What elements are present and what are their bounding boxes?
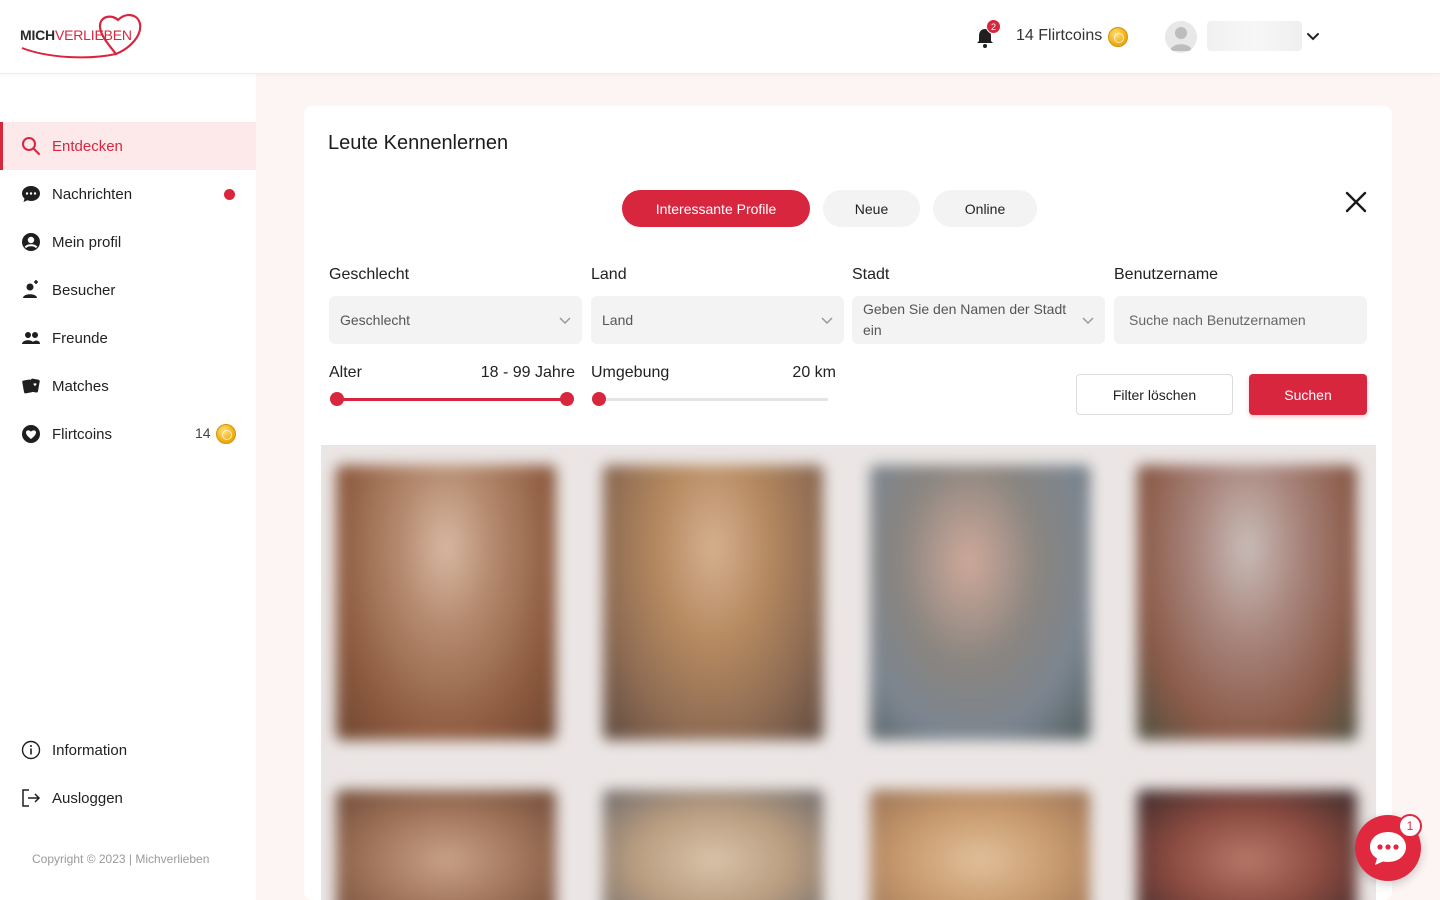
- profile-photo[interactable]: [336, 790, 556, 900]
- radius-value: 20 km: [792, 364, 836, 381]
- logo-text: MICHVERLIEBEN: [20, 27, 132, 43]
- friends-icon: [20, 327, 42, 349]
- sidebar-item-label: Matches: [52, 377, 109, 395]
- user-silhouette-icon: [1170, 27, 1192, 51]
- page-title: Leute Kennenlernen: [328, 132, 509, 154]
- profile-photo[interactable]: [1137, 790, 1357, 900]
- sidebar-item-label: Information: [52, 741, 128, 759]
- search-button[interactable]: Suchen: [1249, 374, 1367, 415]
- radius-slider-track[interactable]: [598, 398, 828, 401]
- user-circle-icon: [20, 231, 42, 253]
- sidebar-item-label: Freunde: [52, 329, 108, 347]
- sidebar-item-matches[interactable]: Matches: [0, 362, 256, 410]
- age-max-thumb[interactable]: [560, 392, 574, 406]
- radius-thumb[interactable]: [592, 392, 606, 406]
- sidebar-item-ausloggen[interactable]: Ausloggen: [0, 774, 256, 822]
- chat-icon: [20, 183, 42, 205]
- sidebar-item-besucher[interactable]: Besucher: [0, 266, 256, 314]
- sidebar-item-freunde[interactable]: Freunde: [0, 314, 256, 362]
- site-logo[interactable]: MICHVERLIEBEN: [18, 10, 148, 66]
- logout-icon: [20, 787, 42, 809]
- age-min-thumb[interactable]: [330, 392, 344, 406]
- sidebar-item-label: Mein profil: [52, 233, 122, 251]
- tab-interessante-profile[interactable]: Interessante Profile: [622, 190, 810, 227]
- age-value: 18 - 99 Jahre: [480, 364, 575, 381]
- chevron-down-icon[interactable]: [1304, 28, 1322, 46]
- tab-online[interactable]: Online: [933, 190, 1037, 227]
- username-search-input[interactable]: Suche nach Benutzernamen: [1114, 296, 1367, 344]
- flirtcoins-balance[interactable]: 14 Flirtcoins: [1016, 27, 1102, 45]
- search-card: Leute Kennenlernen Interessante Profile …: [304, 106, 1392, 900]
- sidebar-item-label: Nachrichten: [52, 185, 133, 203]
- chevron-down-icon: [559, 317, 571, 325]
- profile-photo[interactable]: [870, 790, 1090, 900]
- tab-neue[interactable]: Neue: [823, 190, 920, 227]
- top-header: MICHVERLIEBEN 2 14 Flirtcoins: [0, 0, 1440, 74]
- sidebar-item-entdecken[interactable]: Entdecken: [0, 122, 256, 170]
- avatar[interactable]: [1165, 21, 1197, 53]
- heart-coin-icon: [20, 423, 42, 445]
- sidebar-item-flirtcoins[interactable]: Flirtcoins 14: [0, 410, 256, 458]
- sidebar: Entdecken Nachrichten Mein profil Besuch…: [0, 74, 256, 900]
- sidebar-item-information[interactable]: Information: [0, 726, 256, 774]
- info-icon: [20, 739, 42, 761]
- close-icon[interactable]: [1344, 190, 1368, 214]
- flirtcoins-count: 14: [195, 425, 211, 441]
- city-input[interactable]: Geben Sie den Namen der Stadt ein: [852, 296, 1105, 344]
- visitor-icon: [20, 279, 42, 301]
- profile-grid: [321, 445, 1376, 900]
- username-label: Benutzername: [1114, 266, 1219, 283]
- chat-unread-badge: 1: [1398, 814, 1422, 838]
- country-label: Land: [591, 266, 627, 283]
- unread-dot: [224, 189, 235, 200]
- chevron-down-icon: [1082, 317, 1094, 325]
- profile-photo[interactable]: [870, 465, 1090, 740]
- search-icon: [20, 135, 42, 157]
- country-select[interactable]: Land: [591, 296, 844, 344]
- sidebar-item-nachrichten[interactable]: Nachrichten: [0, 170, 256, 218]
- profile-photo[interactable]: [603, 465, 823, 740]
- matches-icon: [20, 375, 42, 397]
- sidebar-item-mein-profil[interactable]: Mein profil: [0, 218, 256, 266]
- sidebar-item-label: Ausloggen: [52, 789, 123, 807]
- gender-label: Geschlecht: [329, 266, 410, 283]
- coin-icon: [1108, 27, 1128, 47]
- profile-photo[interactable]: [603, 790, 823, 900]
- notification-badge: 2: [986, 19, 1001, 34]
- radius-label: Umgebung: [591, 364, 670, 381]
- copyright-text: Copyright © 2023 | Michverlieben: [32, 852, 210, 866]
- sidebar-item-label: Entdecken: [52, 137, 123, 155]
- chevron-down-icon: [821, 317, 833, 325]
- sidebar-item-label: Besucher: [52, 281, 116, 299]
- clear-filter-button[interactable]: Filter löschen: [1076, 374, 1233, 415]
- sidebar-item-label: Flirtcoins: [52, 425, 113, 443]
- profile-photo[interactable]: [336, 465, 556, 740]
- age-label: Alter: [329, 364, 362, 381]
- age-slider-track[interactable]: [337, 398, 567, 401]
- coin-icon: [216, 424, 236, 444]
- gender-select[interactable]: Geschlecht: [329, 296, 582, 344]
- username-blurred[interactable]: [1207, 21, 1302, 51]
- city-label: Stadt: [852, 266, 890, 283]
- profile-photo[interactable]: [1137, 465, 1357, 740]
